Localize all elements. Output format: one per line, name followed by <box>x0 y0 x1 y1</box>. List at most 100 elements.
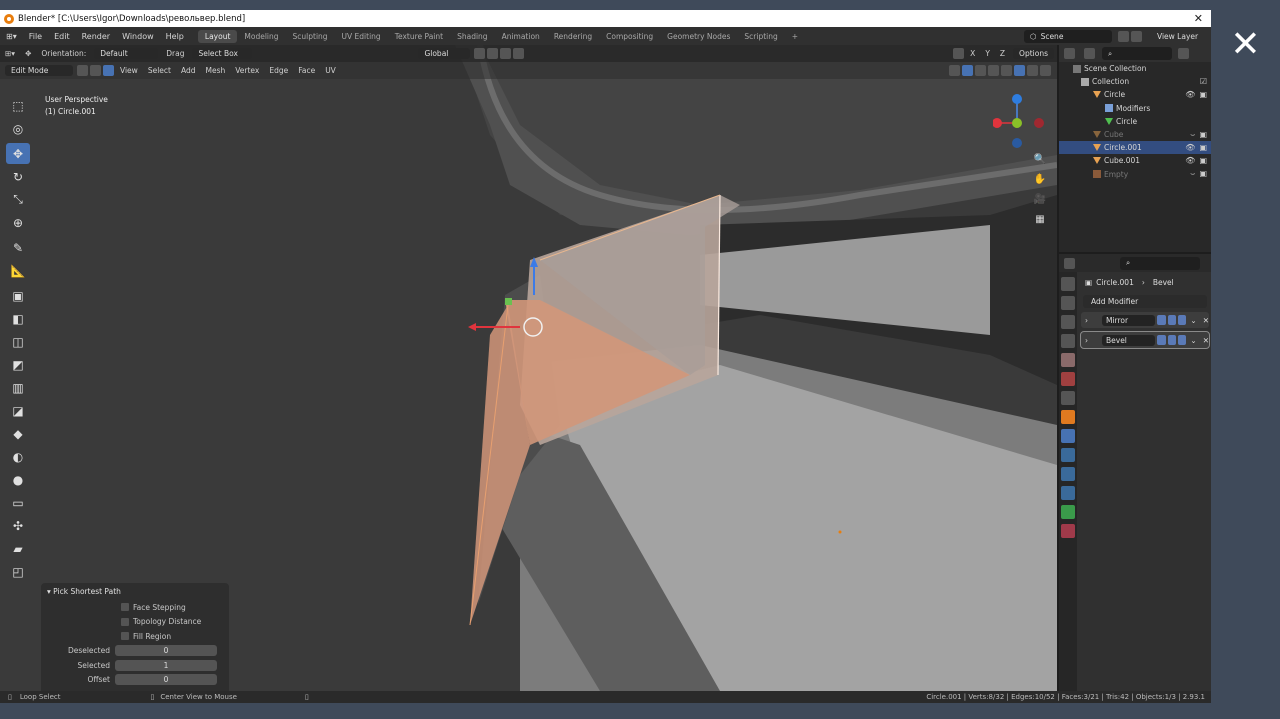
mirror-x-toggle[interactable]: X <box>965 49 980 58</box>
menu-render[interactable]: Render <box>76 32 116 41</box>
render-toggle-icon[interactable] <box>1178 335 1187 345</box>
material-tab-icon[interactable] <box>1061 524 1075 538</box>
outliner-row-cube[interactable]: Cube ⌣ ▣ <box>1059 128 1211 141</box>
measure-tool-icon[interactable]: 📐 <box>6 260 30 281</box>
knife-tool-icon[interactable]: ◪ <box>6 400 30 421</box>
exclude-checkbox-icon[interactable]: ☑ <box>1200 77 1207 86</box>
properties-editor-icon[interactable] <box>1064 257 1075 269</box>
tool-tab-icon[interactable] <box>1061 277 1075 291</box>
menu-uv[interactable]: UV <box>320 66 341 75</box>
render-tab-icon[interactable] <box>1061 296 1075 310</box>
properties-search-input[interactable]: ⌕ <box>1120 256 1200 270</box>
menu-vertex[interactable]: Vertex <box>230 66 264 75</box>
eye-closed-icon[interactable]: ⌣ <box>1190 130 1195 140</box>
ortho-grid-icon[interactable]: ▦ <box>1031 211 1049 229</box>
object-tab-icon[interactable] <box>1061 410 1075 424</box>
view-layer-field[interactable]: View Layer <box>1151 29 1211 43</box>
transform-orientation-dropdown[interactable]: Global <box>418 48 471 59</box>
tab-shading[interactable]: Shading <box>450 30 494 43</box>
zoom-icon[interactable]: 🔍 <box>1031 151 1049 169</box>
poly-build-tool-icon[interactable]: ◆ <box>6 423 30 444</box>
drag-dropdown[interactable]: Select Box <box>192 48 253 59</box>
menu-face[interactable]: Face <box>293 66 320 75</box>
outliner-row-modifiers[interactable]: Modifiers <box>1059 102 1211 115</box>
gizmo-y-handle[interactable] <box>505 298 512 305</box>
axis-x-ball-icon[interactable] <box>993 118 1002 128</box>
vertex-select-icon[interactable] <box>77 65 88 76</box>
modifier-bevel[interactable]: › Bevel ⌄ ✕ <box>1080 331 1210 349</box>
mirror-options-icon[interactable] <box>953 48 965 59</box>
extrude-tool-icon[interactable]: ◧ <box>6 308 30 329</box>
data-tab-icon[interactable] <box>1061 505 1075 519</box>
outliner-filter-icon[interactable] <box>1178 48 1189 59</box>
mirror-y-toggle[interactable]: Y <box>980 49 995 58</box>
remove-modifier-icon[interactable]: ✕ <box>1203 336 1209 345</box>
menu-window[interactable]: Window <box>116 32 160 41</box>
menu-add[interactable]: Add <box>176 66 201 75</box>
particles-tab-icon[interactable] <box>1061 448 1075 462</box>
axis-neg-z-ball-icon[interactable] <box>1012 138 1022 148</box>
constraints-tab-icon[interactable] <box>1061 486 1075 500</box>
edge-slide-tool-icon[interactable]: ▭ <box>6 492 30 513</box>
editmode-toggle-icon[interactable] <box>1157 315 1166 325</box>
options-dropdown[interactable]: Options <box>1013 48 1054 59</box>
xray-toggle-icon[interactable] <box>988 65 999 76</box>
snap-target-icon[interactable] <box>500 48 512 59</box>
tab-compositing[interactable]: Compositing <box>599 30 660 43</box>
bevel-tool-icon[interactable]: ◩ <box>6 354 30 375</box>
collection-tab-icon[interactable] <box>1061 391 1075 405</box>
overlay-toggle-icon[interactable] <box>975 65 986 76</box>
camera-icon[interactable]: ▣ <box>1199 130 1207 140</box>
expand-arrow-icon[interactable]: › <box>1085 336 1088 345</box>
outliner-display-mode-icon[interactable] <box>1084 48 1095 59</box>
modifier-dropdown-icon[interactable]: ⌄ <box>1190 316 1196 325</box>
viewport-toggle-icon[interactable] <box>1167 315 1177 325</box>
tab-sculpting[interactable]: Sculpting <box>286 30 335 43</box>
outliner-row-empty[interactable]: Empty ⌣ ▣ <box>1059 168 1211 181</box>
outliner-row-circle[interactable]: Circle 👁 ▣ <box>1059 88 1211 101</box>
tab-animation[interactable]: Animation <box>495 30 547 43</box>
eye-closed-icon[interactable]: ⌣ <box>1190 169 1195 179</box>
close-overlay-icon[interactable]: ✕ <box>1211 10 1280 80</box>
pivot-point-icon[interactable] <box>474 48 486 59</box>
spin-tool-icon[interactable]: ◐ <box>6 446 30 467</box>
expand-arrow-icon[interactable]: › <box>1085 316 1088 325</box>
tab-texture-paint[interactable]: Texture Paint <box>388 30 450 43</box>
topology-distance-checkbox[interactable] <box>121 617 129 626</box>
camera-view-icon[interactable]: 🎥 <box>1031 191 1049 209</box>
outliner-scene-collection[interactable]: Scene Collection <box>1059 62 1211 75</box>
editor-type-button[interactable]: ⊞▾ <box>0 49 20 58</box>
tab-modeling[interactable]: Modeling <box>237 30 285 43</box>
modifier-dropdown-icon[interactable]: ⌄ <box>1190 336 1196 345</box>
selected-field[interactable]: 1 <box>115 659 217 671</box>
select-box-tool-icon[interactable]: ⬚ <box>6 95 30 116</box>
shear-tool-icon[interactable]: ▰ <box>6 538 30 559</box>
modifier-tab-icon[interactable] <box>1061 429 1075 443</box>
eye-icon[interactable]: 👁 <box>1185 90 1195 99</box>
axis-neg-x-ball-icon[interactable] <box>1034 118 1044 128</box>
menu-help[interactable]: Help <box>160 32 190 41</box>
inset-tool-icon[interactable]: ◫ <box>6 331 30 352</box>
tab-layout[interactable]: Layout <box>197 29 238 43</box>
menu-file[interactable]: File <box>23 32 48 41</box>
scene-browse-icon[interactable] <box>1118 30 1129 42</box>
outliner-row-circle-mesh[interactable]: Circle <box>1059 115 1211 128</box>
3d-viewport[interactable]: ⊞▾ ✥ Orientation: Default Drag Select Bo… <box>0 45 1057 691</box>
eye-icon[interactable]: 👁 <box>1185 156 1195 165</box>
add-cube-tool-icon[interactable]: ▣ <box>6 285 30 306</box>
shading-rendered-icon[interactable] <box>1040 65 1051 76</box>
face-stepping-checkbox[interactable] <box>121 603 129 612</box>
axis-y-ball-icon[interactable] <box>1012 118 1022 128</box>
shading-solid-icon[interactable] <box>1014 65 1025 76</box>
visibility-icon[interactable] <box>949 65 960 76</box>
rotate-tool-icon[interactable]: ↻ <box>6 166 30 187</box>
output-tab-icon[interactable] <box>1061 315 1075 329</box>
axis-z-ball-icon[interactable] <box>1012 94 1022 104</box>
modifier-name-field[interactable]: Mirror <box>1102 314 1156 326</box>
offset-field[interactable]: 0 <box>115 674 217 686</box>
viewport-toggle-icon[interactable] <box>1167 335 1177 345</box>
menu-edge[interactable]: Edge <box>264 66 293 75</box>
scene-field[interactable]: ⬡ Scene <box>1024 29 1112 43</box>
eye-icon[interactable]: 👁 <box>1185 143 1195 152</box>
operator-panel-header[interactable]: ▾ Pick Shortest Path <box>41 583 229 600</box>
